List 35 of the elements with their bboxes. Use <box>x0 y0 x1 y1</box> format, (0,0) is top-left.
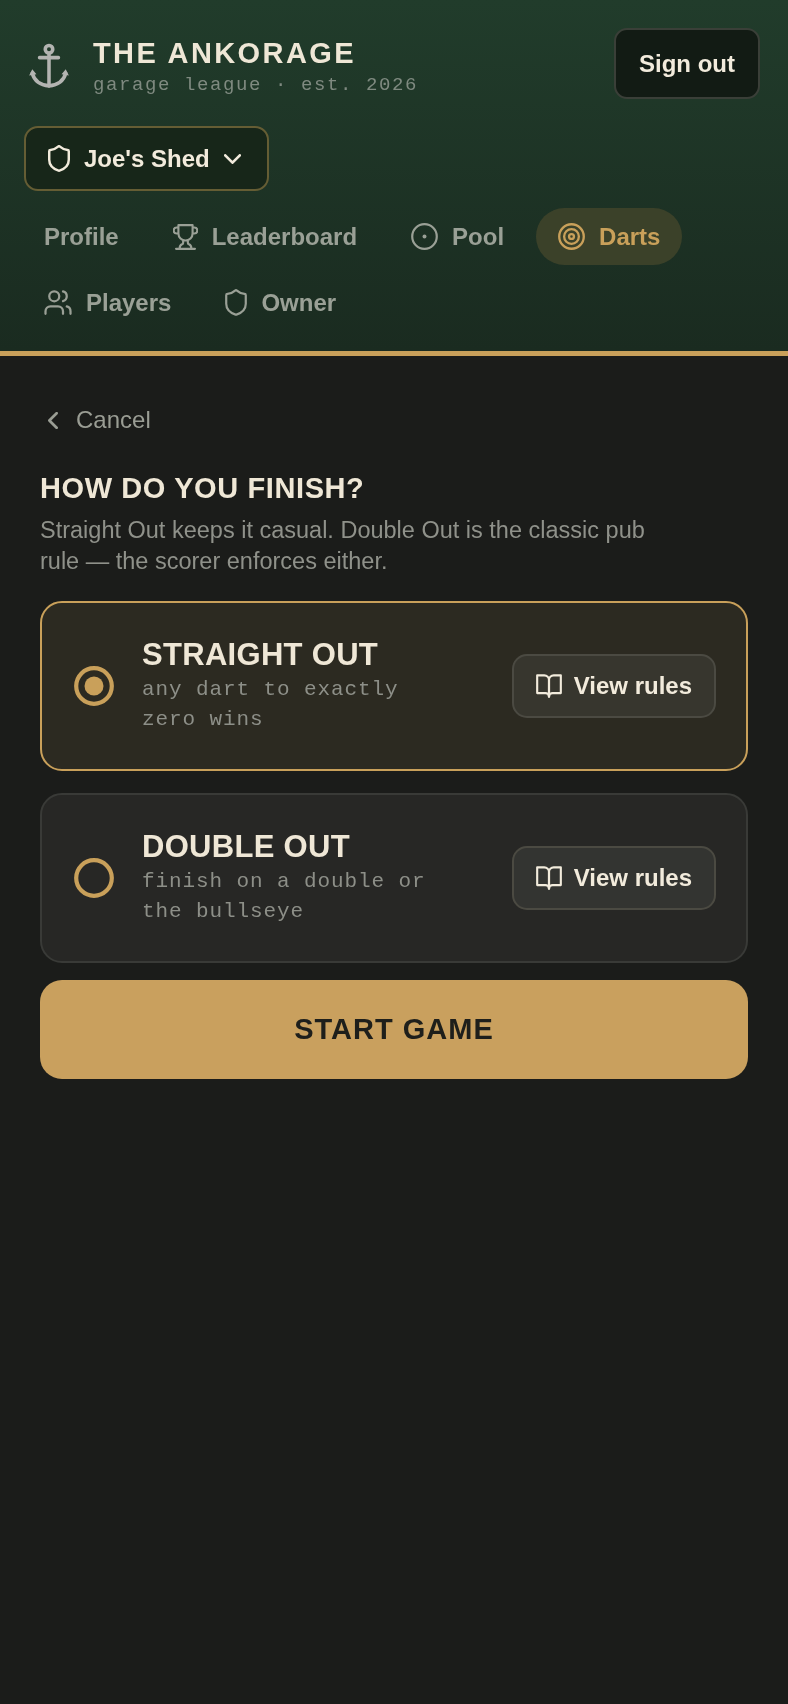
nav-tab[interactable]: Darts <box>536 208 683 265</box>
option-description: finish on a double or the bullseye <box>142 869 427 925</box>
sign-out-button[interactable]: Sign out <box>614 28 760 99</box>
nav-tab[interactable]: Profile <box>22 208 141 265</box>
chevron-left-icon <box>48 411 58 429</box>
nav-tab[interactable]: Players <box>22 274 194 331</box>
option-title: DOUBLE OUT <box>142 829 351 865</box>
trophy-icon <box>172 223 198 250</box>
shield-icon <box>48 145 70 172</box>
nav-tab[interactable]: Leaderboard <box>150 208 380 265</box>
finish-option-card[interactable]: DOUBLE OUT finish on a double or the bullseye View rules <box>40 793 748 963</box>
nav-tab[interactable]: Pool <box>389 208 527 265</box>
chevron-down-icon <box>223 153 241 164</box>
target-icon <box>558 223 586 250</box>
page-description: Straight Out keeps it casual. Double Out is the classic pub rule — the scorer enforces either. <box>40 516 646 576</box>
anchor-icon <box>29 43 69 89</box>
cancel-link[interactable]: Cancel <box>40 404 151 436</box>
finish-option-card[interactable]: STRAIGHT OUT any dart to exactly zero wins View rules <box>40 601 748 771</box>
users-icon <box>44 290 72 315</box>
shield-icon <box>225 289 248 316</box>
radio-button[interactable] <box>74 666 114 706</box>
radio-button[interactable] <box>74 858 114 898</box>
option-description: any dart to exactly zero wins <box>142 677 400 733</box>
start-game-button[interactable]: START GAME <box>40 980 748 1079</box>
venue-dropdown[interactable]: Joe's Shed <box>24 126 269 191</box>
view-rules-button[interactable]: View rules <box>511 846 716 910</box>
book-icon <box>535 866 562 890</box>
book-icon <box>535 674 562 698</box>
app-title: THE ANKORAGE <box>93 36 357 70</box>
nav-tab[interactable]: Owner <box>203 274 359 331</box>
view-rules-button[interactable]: View rules <box>511 654 716 718</box>
option-title: STRAIGHT OUT <box>142 637 380 673</box>
circle-dot-icon <box>411 223 439 250</box>
page-heading: HOW DO YOU FINISH? <box>40 471 366 505</box>
app-subtitle: garage league · est. 2026 <box>93 74 419 96</box>
